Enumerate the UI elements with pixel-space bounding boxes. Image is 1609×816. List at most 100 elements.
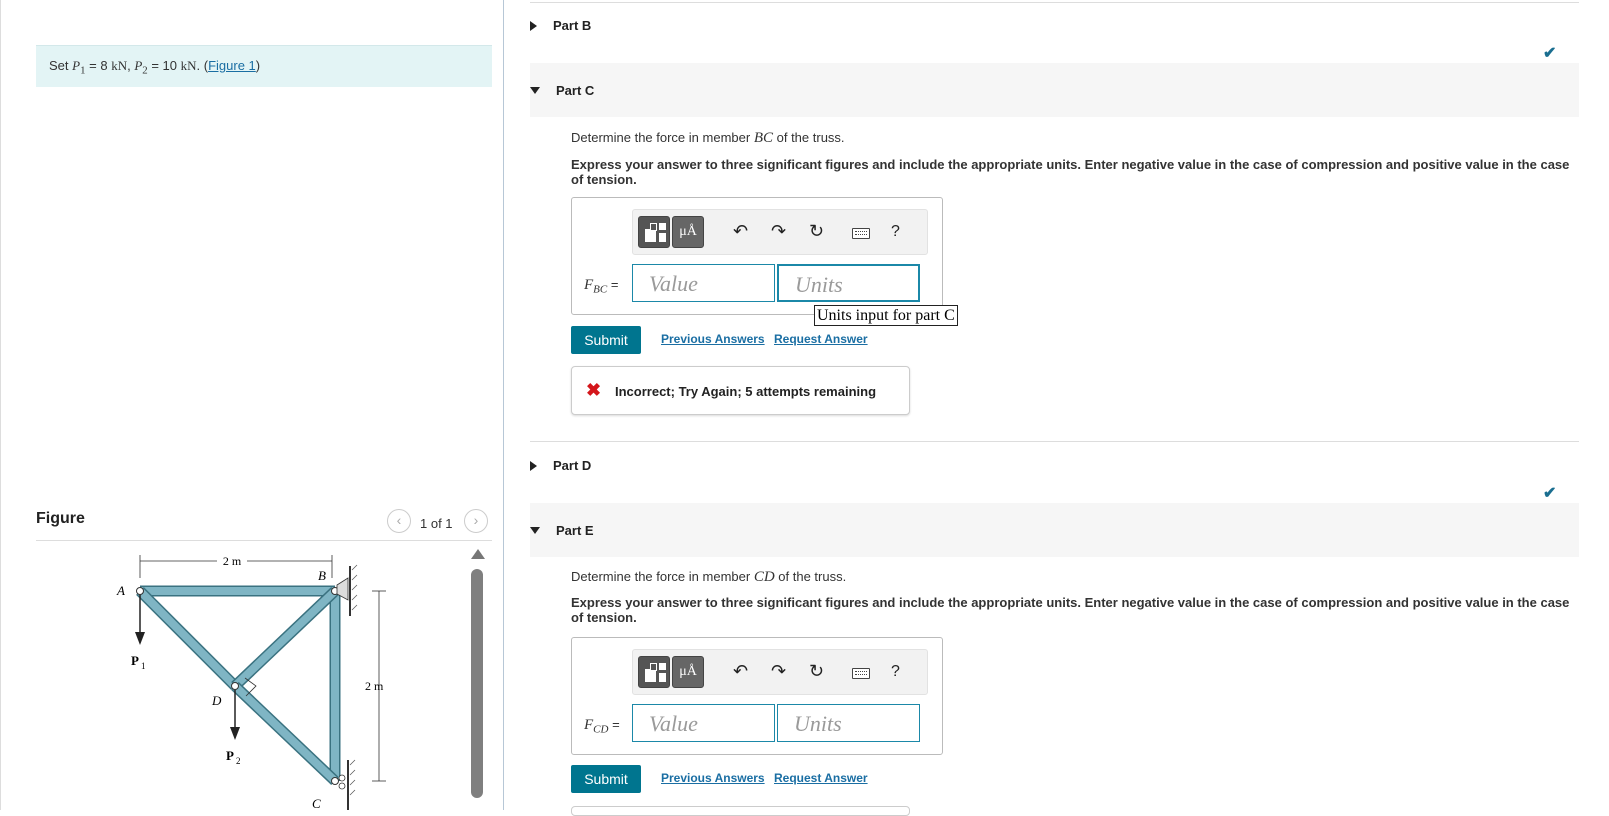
pin-C [331,777,339,785]
undo-icon[interactable]: ↶ [733,221,748,241]
part-c-answer-box: μÅ ↶ ↷ ↻ ? FBC = Value Units [571,197,943,315]
pane-divider[interactable] [503,0,504,810]
units-button[interactable]: μÅ [672,216,704,248]
part-e-previous-answers-link[interactable]: Previous Answers [661,771,765,785]
member-CD [232,683,338,784]
label-D: D [211,693,222,708]
templates-button[interactable] [638,216,670,248]
keyboard-icon[interactable] [852,668,870,679]
expand-arrow-icon [530,461,537,471]
p1-sub: 1 [80,64,86,77]
part-c-previous-answers-link[interactable]: Previous Answers [661,332,765,346]
p2-sub: 2 [142,64,148,77]
keyboard-icon[interactable] [852,228,870,239]
hatch-b5 [351,604,358,611]
part-c-request-answer-link[interactable]: Request Answer [774,332,868,346]
redo-icon[interactable]: ↷ [771,661,786,681]
part-e-submit-button[interactable]: Submit [571,765,641,793]
part-e-question-prefix: Determine the force in member [571,569,751,584]
part-e-instruction: Express your answer to three significant… [571,595,1570,625]
help-button[interactable]: ? [891,223,900,241]
top-dim-label: 2 m [223,554,242,568]
part-c-member: BC [753,130,773,146]
part-c-units-input[interactable]: Units [777,264,920,302]
roller-C1 [338,774,346,782]
p2-value: = 10 [151,58,177,73]
side-dim-label: 2 m [365,679,384,693]
part-c-value-input[interactable]: Value [632,264,775,302]
part-c-submit-button[interactable]: Submit [571,326,641,354]
part-d-complete-check-icon: ✔ [1543,485,1557,502]
part-e-variable-label: FCD = [584,717,620,736]
part-b-label: Part B [553,18,592,33]
label-P1-sub: 1 [141,661,146,671]
part-c-feedback: ✖ Incorrect; Try Again; 5 attempts remai… [571,366,910,415]
next-figure-button[interactable]: › [464,509,488,533]
expand-arrow-icon [530,21,537,31]
part-e-var-symbol: F [584,717,594,733]
p1-unit: kN [111,58,128,73]
part-e-question: Determine the force in member CD of the … [571,569,846,586]
help-button[interactable]: ? [891,663,900,681]
truss-figure: 2 m 2 m A B C D P 1 P 2 [116,554,386,810]
p2-unit: kN [180,58,197,73]
part-c-label: Part C [556,83,595,98]
hatch-b4 [351,594,358,601]
part-e-math-toolbar: μÅ ↶ ↷ ↻ ? [632,649,928,695]
redo-icon[interactable]: ↷ [771,221,786,241]
figure-title: Figure [36,510,85,527]
units-button[interactable]: μÅ [672,656,704,688]
part-e-feedback-partial [571,806,910,816]
hatch-b2 [351,574,358,581]
part-c-header[interactable]: Part C [530,63,1579,117]
part-e-units-input[interactable]: Units [777,704,920,742]
figure-scrollbar-thumb[interactable] [471,569,483,798]
top-rule [530,2,1579,3]
figure-scroll-up-arrow[interactable] [471,549,485,559]
pin-D [231,682,239,690]
templates-button[interactable] [638,656,670,688]
label-P1: P [131,653,139,668]
set-prefix: Set [49,58,69,73]
part-c-question-prefix: Determine the force in member [571,130,751,145]
label-P2-sub: 2 [236,756,241,766]
undo-icon[interactable]: ↶ [733,661,748,681]
collapse-arrow-icon [530,527,540,534]
collapse-arrow-icon [530,87,540,94]
part-e-value-input[interactable]: Value [632,704,775,742]
part-b-complete-check-icon: ✔ [1543,45,1557,62]
part-d-header[interactable]: Part D [530,458,591,473]
part-b-header[interactable]: Part B [530,18,591,33]
part-c-var-symbol: F [584,277,594,293]
part-c-instruction: Express your answer to three significant… [571,157,1570,187]
part-c-feedback-message: Incorrect; Try Again; 5 attempts remaini… [615,384,877,399]
roller-C2 [338,782,346,790]
part-c-variable-label: FBC = [584,277,619,296]
prev-figure-button[interactable]: ‹ [387,509,411,533]
member-BD [232,588,338,689]
part-e-member: CD [753,569,775,585]
part-d-rule [530,441,1579,442]
part-e-header[interactable]: Part E [530,503,1579,557]
units-tooltip: Units input for part C [814,305,958,326]
reset-icon[interactable]: ↻ [809,661,824,681]
part-e-question-suffix: of the truss. [778,569,847,584]
hatch-c4 [349,789,356,796]
part-e-label: Part E [556,523,594,538]
part-e-var-sub: CD [593,723,609,736]
label-P2: P [226,748,234,763]
hatch-c2 [349,769,356,776]
member-AD [137,588,238,689]
part-c-question: Determine the force in member BC of the … [571,130,845,147]
part-e-request-answer-link[interactable]: Request Answer [774,771,868,785]
part-c-var-sub: BC [593,283,608,296]
figure-link[interactable]: Figure 1 [208,58,256,73]
hatch-b3 [351,584,358,591]
problem-statement: Set P1 = 8 kN, P2 = 10 kN. (Figure 1) [36,45,492,87]
reset-icon[interactable]: ↻ [809,221,824,241]
label-A: A [116,583,125,598]
figure-divider [36,540,492,541]
p1-value: = 8 [89,58,108,73]
hatch-c3 [349,779,356,786]
part-e-answer-box: μÅ ↶ ↷ ↻ ? FCD = Value Units [571,637,943,755]
